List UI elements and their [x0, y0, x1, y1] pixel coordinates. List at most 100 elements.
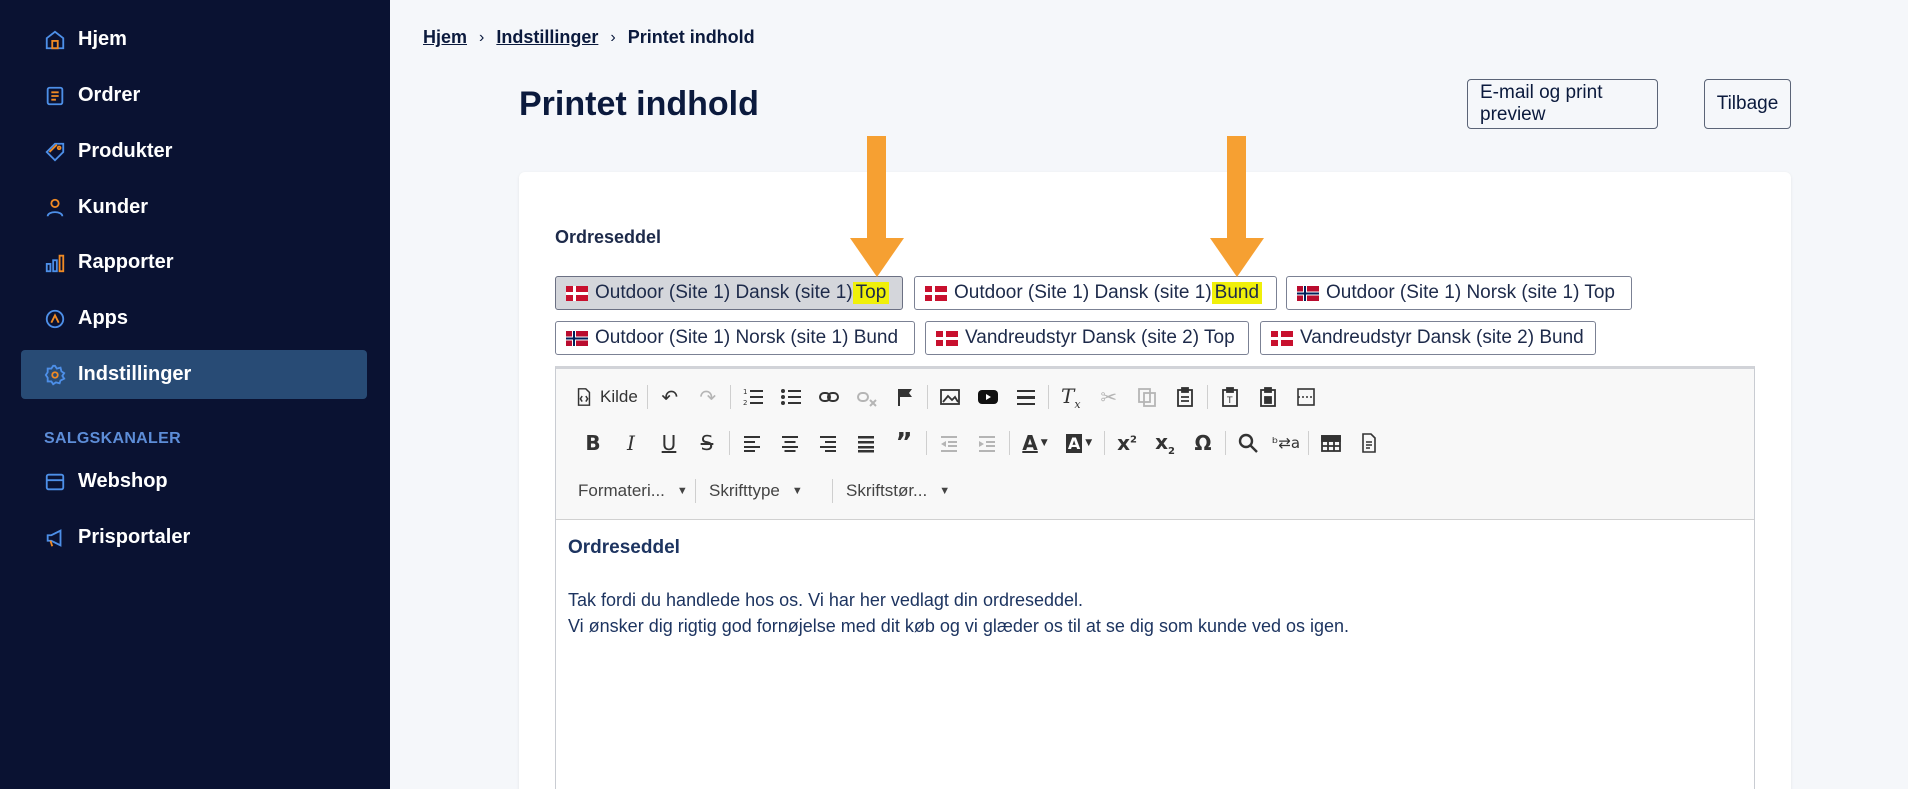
indent-button[interactable] [968, 427, 1006, 459]
paste-button[interactable] [1166, 381, 1204, 413]
anchor-button[interactable] [886, 381, 924, 413]
sidebar-item-kunder[interactable]: Kunder [21, 183, 367, 232]
cut-button[interactable]: ✂ [1090, 381, 1128, 413]
chevron-down-icon: ▼ [1040, 438, 1048, 448]
text-color-icon: A [1022, 431, 1038, 455]
bullet-list-button[interactable] [772, 381, 810, 413]
back-button[interactable]: Tilbage [1704, 79, 1791, 129]
chevron-down-icon: ▼ [676, 485, 688, 497]
superscript-button[interactable]: x2 [1108, 427, 1146, 459]
chevron-down-icon: ▼ [1085, 438, 1093, 448]
copy-button[interactable] [1128, 381, 1166, 413]
replace-button[interactable]: ᵇ⇄a [1267, 427, 1305, 459]
toolbar-separator [926, 431, 927, 455]
tag-icon [44, 141, 66, 163]
tab-outdoor-dansk-bund[interactable]: Outdoor (Site 1) Dansk (site 1) Bund [914, 276, 1277, 310]
italic-button[interactable]: I [612, 427, 650, 459]
sidebar-item-rapporter[interactable]: Rapporter [21, 238, 367, 287]
flag-icon [897, 389, 912, 406]
unlink-button[interactable] [848, 381, 886, 413]
paste-word-button[interactable] [1249, 381, 1287, 413]
align-center-button[interactable] [771, 427, 809, 459]
home-icon [44, 29, 66, 51]
redo-icon: ↷ [699, 385, 717, 409]
tab-outdoor-dansk-top[interactable]: Outdoor (Site 1) Dansk (site 1) Top [555, 276, 903, 310]
font-size-dropdown[interactable]: Skriftstør... ▼ [836, 476, 964, 506]
copy-icon [1137, 388, 1156, 407]
image-button[interactable] [931, 381, 969, 413]
tab-vandreudstyr-dansk-bund[interactable]: Vandreudstyr Dansk (site 2) Bund [1260, 321, 1596, 355]
format-dropdown[interactable]: Formateri... ▼ [568, 476, 692, 506]
svg-text:T: T [1226, 396, 1233, 406]
remove-format-button[interactable]: Tx [1052, 381, 1090, 413]
breadcrumb-link-indstillinger[interactable]: Indstillinger [496, 27, 598, 48]
toolbar-separator [1009, 431, 1010, 455]
find-button[interactable] [1229, 427, 1267, 459]
outdent-button[interactable] [930, 427, 968, 459]
sidebar-item-hjem[interactable]: Hjem [21, 15, 367, 64]
tab-outdoor-norsk-bund[interactable]: Outdoor (Site 1) Norsk (site 1) Bund [555, 321, 915, 355]
align-center-icon [782, 436, 798, 452]
sidebar-item-ordrer[interactable]: Ordrer [21, 71, 367, 120]
card-label: Ordreseddel [555, 227, 662, 247]
justify-button[interactable] [847, 427, 885, 459]
image-icon [939, 389, 960, 405]
link-icon [818, 392, 839, 402]
undo-button[interactable]: ↶ [651, 381, 689, 413]
source-button[interactable]: Kilde [574, 387, 644, 407]
tab-label: Outdoor (Site 1) Dansk (site 1) [595, 282, 853, 303]
sidebar-item-prisportaler[interactable]: Prisportaler [21, 513, 367, 562]
template-button[interactable] [1350, 427, 1388, 459]
sidebar-item-label: Ordrer [78, 84, 141, 106]
align-right-button[interactable] [809, 427, 847, 459]
sidebar-item-indstillinger[interactable]: Indstillinger [21, 350, 367, 399]
tab-outdoor-norsk-top[interactable]: Outdoor (Site 1) Norsk (site 1) Top [1286, 276, 1632, 310]
numbered-list-button[interactable]: 12 [734, 381, 772, 413]
email-print-preview-button[interactable]: E-mail og print preview [1467, 79, 1658, 129]
toolbar-row-3: Formateri... ▼ Skrifttype ▼ Skriftstør... ▼ [568, 473, 964, 509]
toolbar-separator [729, 431, 730, 455]
background-color-button[interactable]: A ▼ [1057, 427, 1101, 459]
user-icon [44, 197, 66, 219]
toolbar-separator [1206, 385, 1208, 409]
strikethrough-button[interactable]: S [688, 427, 726, 459]
megaphone-icon [44, 527, 66, 549]
sidebar-item-label: Rapporter [78, 251, 174, 273]
toolbar-separator [1225, 431, 1226, 455]
page-break-button[interactable] [1287, 381, 1325, 413]
tab-vandreudstyr-dansk-top[interactable]: Vandreudstyr Dansk (site 2) Top [925, 321, 1249, 355]
annotation-arrow-icon [850, 136, 904, 277]
norway-flag-icon [1297, 285, 1319, 301]
sidebar-item-webshop[interactable]: Webshop [21, 457, 367, 506]
underline-button[interactable]: U [650, 427, 688, 459]
sidebar-item-label: Webshop [78, 470, 168, 492]
bold-button[interactable]: B [574, 427, 612, 459]
breadcrumb-link-hjem[interactable]: Hjem [423, 27, 467, 48]
font-dropdown[interactable]: Skrifttype ▼ [699, 476, 829, 506]
source-icon [577, 388, 591, 406]
rich-text-editor: Kilde ↶ ↷ 12 Tx ✂ T B I U S ” A ▼ A ▼ x2… [555, 366, 1755, 789]
editor-content-area[interactable]: Ordreseddel Tak fordi du handlede hos os… [568, 535, 1349, 639]
strikethrough-icon: S [700, 431, 714, 455]
subscript-button[interactable]: x2 [1146, 427, 1184, 459]
tab-highlight: Top [852, 282, 890, 304]
sidebar-item-produkter[interactable]: Produkter [21, 127, 367, 176]
align-left-button[interactable] [733, 427, 771, 459]
align-left-icon [744, 436, 760, 452]
special-char-button[interactable]: Ω [1184, 427, 1222, 459]
sidebar-item-apps[interactable]: Apps [21, 294, 367, 343]
toolbar-row-1: Kilde ↶ ↷ 12 Tx ✂ T [574, 379, 1325, 415]
font-dropdown-label: Skrifttype [709, 481, 780, 500]
paste-text-button[interactable]: T [1211, 381, 1249, 413]
blockquote-button[interactable]: ” [885, 427, 923, 459]
italic-icon: I [627, 431, 635, 455]
denmark-flag-icon [1271, 330, 1293, 346]
sidebar-item-label: Apps [78, 307, 128, 329]
chevron-down-icon: ▼ [939, 485, 951, 497]
table-button[interactable] [1312, 427, 1350, 459]
text-color-button[interactable]: A ▼ [1013, 427, 1057, 459]
youtube-button[interactable] [969, 381, 1007, 413]
link-button[interactable] [810, 381, 848, 413]
redo-button[interactable]: ↷ [689, 381, 727, 413]
horizontal-rule-button[interactable] [1007, 381, 1045, 413]
